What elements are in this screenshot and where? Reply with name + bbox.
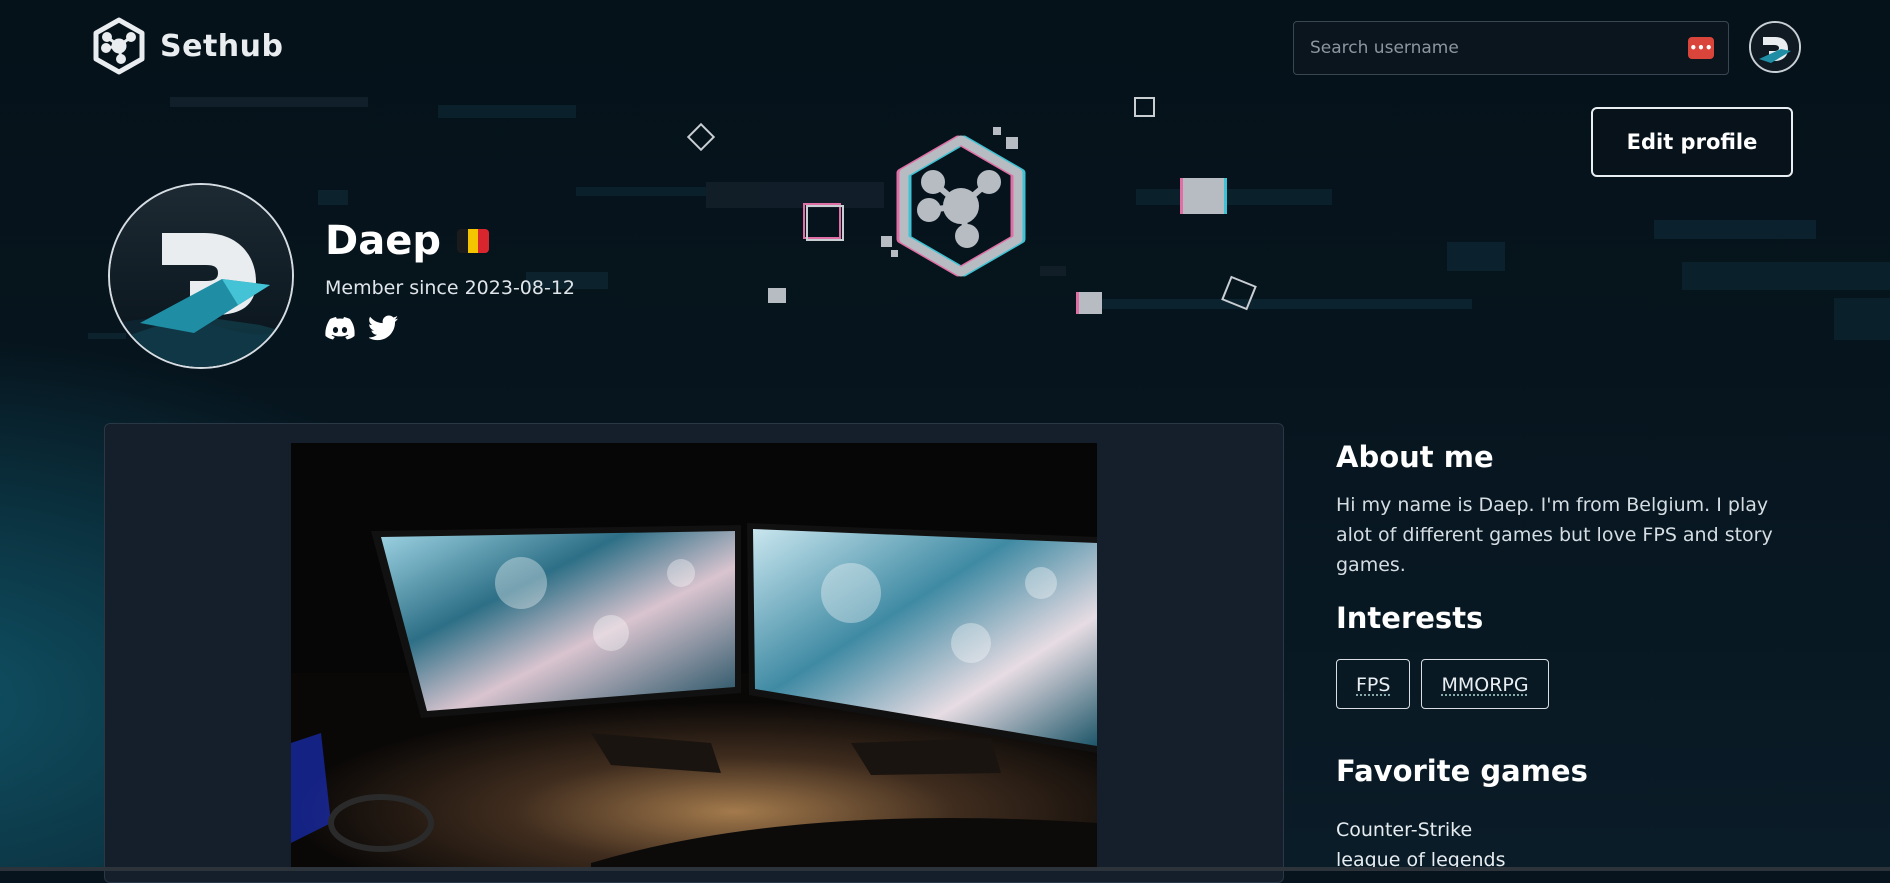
window-bottom-edge xyxy=(0,867,1890,871)
twitter-icon[interactable] xyxy=(369,314,399,342)
search-bar[interactable]: ••• xyxy=(1293,21,1729,75)
discord-icon[interactable] xyxy=(325,314,355,342)
username: Daep xyxy=(325,218,441,264)
favorite-games-title: Favorite games xyxy=(1336,754,1588,788)
interest-chip: FPS xyxy=(1336,659,1411,709)
favorite-games-list: Counter-Strike league of legends xyxy=(1336,815,1506,875)
interests-title: Interests xyxy=(1336,601,1484,635)
profile-avatar xyxy=(108,183,294,369)
username-row: Daep xyxy=(325,218,489,264)
password-manager-icon[interactable]: ••• xyxy=(1688,37,1714,59)
member-since: Member since 2023-08-12 xyxy=(325,277,576,299)
app-logo[interactable]: Sethub xyxy=(92,16,283,76)
interests-list: FPS MMORPG xyxy=(1336,659,1549,709)
user-avatar-icon[interactable] xyxy=(1749,21,1801,73)
social-links xyxy=(325,314,399,342)
app-name: Sethub xyxy=(160,28,284,64)
sethub-hex-logo-icon xyxy=(93,17,145,75)
profile-details: About me Hi my name is Daep. I'm from Be… xyxy=(1336,440,1796,871)
list-item: Counter-Strike xyxy=(1336,819,1473,841)
interest-chip: MMORPG xyxy=(1421,659,1549,709)
about-text: Hi my name is Daep. I'm from Belgium. I … xyxy=(1336,494,1773,576)
belgium-flag-icon xyxy=(456,229,489,253)
setup-photo xyxy=(291,443,1097,871)
search-input[interactable] xyxy=(1308,37,1688,59)
edit-profile-button[interactable]: Edit profile xyxy=(1591,107,1793,177)
about-title: About me xyxy=(1336,440,1494,474)
